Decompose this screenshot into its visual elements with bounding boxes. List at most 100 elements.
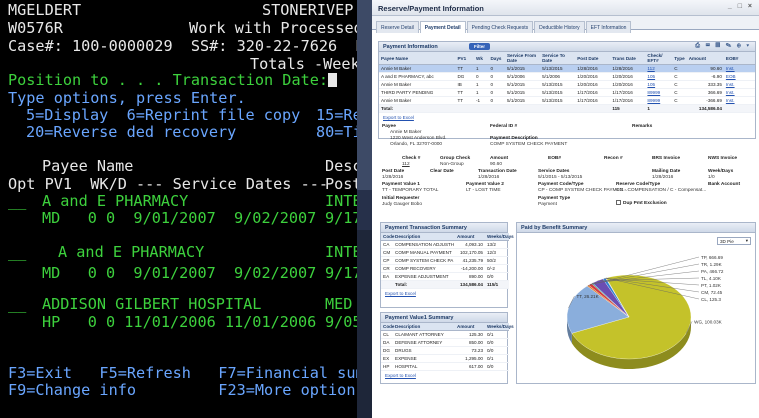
table-cell: C	[672, 72, 687, 81]
table-cell[interactable]: 105	[645, 80, 673, 89]
table-row[interactable]: CR COMP RECOVERY -14,200.00 0/-2	[381, 264, 509, 273]
table-cell: 0	[488, 80, 505, 89]
table-cell: 333.35	[686, 80, 724, 89]
table-cell: 13/2	[485, 240, 509, 249]
column-header[interactable]: Post Date	[575, 52, 611, 65]
table-cell: 0/-2	[485, 264, 509, 273]
tab-eft-information[interactable]: EFT Information	[585, 21, 632, 33]
column-header[interactable]: Description	[393, 233, 455, 241]
terminal-row-name: A and E PHARMACY	[58, 243, 205, 261]
table-row[interactable]: THIRD PARTY PENDING TT 1 0 5/1/2015 5/13/2015…	[379, 88, 755, 97]
dup-pmt-exclusion[interactable]: Dup Pmt Exclusion	[616, 200, 667, 207]
table-cell[interactable]: 105	[645, 72, 673, 81]
column-header[interactable]: Wk	[474, 52, 489, 65]
table-cell[interactable]: 89999	[645, 96, 673, 105]
toolbar-icons[interactable]: ⎙ ✉ ▤ ✎ ⊕ ▾	[695, 43, 751, 50]
terminal-fkeys-row2[interactable]: F9=Change info F23=More options	[8, 381, 360, 399]
export-to-excel-link[interactable]: Export to Excel	[381, 289, 507, 298]
column-header[interactable]: PV1	[455, 52, 475, 65]
column-header[interactable]: Amount	[455, 233, 485, 241]
pie-slice-label: CL, 125.3	[701, 297, 721, 302]
table-cell[interactable]: EOB	[723, 72, 755, 81]
table-cell[interactable]: Inst.	[723, 96, 755, 105]
table-row[interactable]: DG DRUGS 73.23 0/0	[381, 346, 509, 355]
total-weeks-days: 115/1	[485, 280, 509, 289]
clear-date-label: Clear Date	[430, 169, 454, 174]
column-header[interactable]: EOB#	[723, 52, 755, 65]
payment-transaction-summary-panel: Payment Transaction Summary Code Descrip…	[380, 222, 514, 308]
table-cell: 0/1	[485, 354, 509, 363]
tab-pending-check-requests[interactable]: Pending Check Requests	[466, 21, 534, 33]
column-header[interactable]: Service From Date	[504, 52, 541, 65]
pie-chart: WG, 100.03K TT, 26.21K TP, 666.69 TR, 1.29K…	[566, 255, 724, 369]
table-cell: CA	[381, 240, 393, 249]
column-header[interactable]: Service To Date	[540, 52, 576, 65]
window-controls-icon[interactable]: _ □ ×	[728, 3, 754, 10]
tab-reserve-detail[interactable]: Reserve Detail	[376, 21, 419, 33]
table-cell: DG	[381, 346, 393, 355]
table-row[interactable]: A and E PHARMACY, abc DG 0 0 5/1/2006 5/1/200…	[379, 72, 755, 81]
terminal-row-desc: INTE	[325, 192, 360, 210]
column-header[interactable]: Amount	[686, 52, 724, 65]
column-header[interactable]: Type	[672, 52, 687, 65]
export-to-excel-link[interactable]: Export to Excel	[379, 113, 755, 122]
column-header[interactable]: Code	[381, 323, 394, 331]
table-row[interactable]: EX EXPENSE 1,295.00 0/1	[381, 354, 509, 363]
column-header[interactable]: Check/ EFT#	[645, 52, 673, 65]
table-row[interactable]: Annie M Baker TT 1 0 5/1/2015 5/13/2015 1/28/2…	[379, 64, 755, 73]
table-row[interactable]: CP COMP SYSTEM CHECK PA 41,235.79 50/2	[381, 256, 509, 265]
table-cell[interactable]: Inst.	[723, 80, 755, 89]
column-header[interactable]: Amount	[455, 323, 485, 331]
table-row[interactable]: HP HOSPITAL 617.00 0/0	[381, 362, 509, 371]
dup-pmt-checkbox[interactable]	[616, 200, 621, 205]
table-row[interactable]: EA EXPENSE ADJUSTMENT 890.00 0/0	[381, 272, 509, 281]
terminal-fkeys-row1[interactable]: F3=Exit F5=Refresh F7=Financial summa	[8, 364, 360, 382]
filter-button[interactable]: Filter	[469, 43, 491, 50]
column-header[interactable]: Weeks/Days	[485, 323, 514, 331]
table-cell: IB	[455, 80, 475, 89]
export-to-excel-link[interactable]: Export to Excel	[381, 371, 507, 380]
table-cell[interactable]: 89999	[645, 88, 673, 97]
table-cell: 5/13/2015	[540, 88, 576, 97]
table-cell[interactable]: Inst.	[723, 64, 755, 73]
table-row[interactable]: DA DEFENSE ATTORNEY 850.00 0/0	[381, 338, 509, 347]
position-prompt: Position to . . . Transaction Date:	[8, 71, 329, 89]
terminal-row-opt[interactable]: __	[8, 295, 26, 313]
position-input[interactable]	[328, 73, 338, 87]
terminal-case-line: Case#: 100-0000029 SS#: 320-22-7626 Bak	[8, 37, 360, 55]
recon-label: Recon #	[604, 156, 623, 161]
column-header[interactable]: Code	[381, 233, 394, 241]
table-cell: CP	[381, 256, 393, 265]
table-total-row: Total: 134,586.04 115/1	[381, 280, 509, 289]
terminal-system: STONERIVEP	[262, 1, 354, 19]
tab-deductible-history[interactable]: Deductible History	[534, 21, 585, 33]
table-cell: 90.60	[686, 64, 724, 73]
table-cell[interactable]: 112	[645, 64, 673, 73]
table-cell: -1	[474, 96, 489, 105]
check-number-link[interactable]: 112	[402, 162, 420, 168]
column-header[interactable]: Trans Date	[610, 52, 646, 65]
table-row[interactable]: CL CLAIMANT ATTORNEY 125.30 0/1	[381, 330, 509, 339]
terminal-user: MGELDERT	[8, 1, 82, 19]
table-cell: 1/20/2016	[575, 80, 611, 89]
table-row[interactable]: CM COMP MANUAL PAYMENT 102,170.05 12/3	[381, 248, 509, 257]
table-cell: 12/3	[485, 248, 509, 257]
table-cell: 850.00	[455, 338, 485, 347]
green-screen-terminal[interactable]: MGELDERT STONERIVEP W0576R Work with Pro…	[0, 0, 360, 418]
table-row[interactable]: CA COMPENSATION ADJUSTH 4,093.10 13/2	[381, 240, 509, 249]
transaction-date-value: 1/28/2016	[478, 175, 500, 180]
terminal-row-opt[interactable]: __	[8, 192, 26, 210]
column-header[interactable]: Days	[488, 52, 505, 65]
tab-payment-detail[interactable]: Payment Detail	[419, 21, 466, 33]
column-header[interactable]: Weeks/Days	[485, 233, 514, 241]
column-header[interactable]: Description	[393, 323, 455, 331]
terminal-row-opt[interactable]: __	[8, 243, 26, 261]
column-header[interactable]: Payee Name	[379, 52, 456, 65]
initial-requester-value: Judy Gauger Bobo	[382, 202, 423, 207]
terminal-row-detail: HP 0 0 11/01/2006 11/01/2006	[42, 313, 317, 331]
table-row[interactable]: Annie M Baker TT -1 0 5/1/2015 5/13/2015 1/17/…	[379, 96, 755, 105]
table-cell: -14,200.00	[455, 264, 485, 273]
table-cell: CLAIMANT ATTORNEY	[393, 330, 455, 339]
table-cell[interactable]: Inst.	[723, 88, 755, 97]
table-row[interactable]: Annie M Baker IB 1 0 5/1/2015 5/13/2015 1/20/2…	[379, 80, 755, 89]
